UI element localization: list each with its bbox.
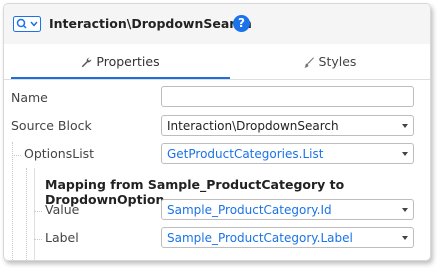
mapping-value-label: Value [45,202,80,217]
tree-connector [34,239,42,240]
options-list-value: GetProductCategories.List [167,147,324,161]
options-list-select[interactable]: GetProductCategories.List [161,143,414,164]
help-icon[interactable]: ? [233,15,250,32]
tab-bar: Properties Styles [4,44,430,80]
page-title: Interaction\DropdownSearch [49,16,252,31]
chevron-down-icon [402,124,408,128]
tab-properties-label: Properties [96,54,160,69]
chevron-down-icon [402,152,408,156]
chevron-down-icon [402,236,408,240]
source-block-label: Source Block [11,118,92,133]
panel-header: Interaction\DropdownSearch ? [4,4,430,44]
wrench-icon [82,57,92,68]
mapping-value-value: Sample_ProductCategory.Id [167,203,332,217]
tab-styles[interactable]: Styles [230,44,430,79]
mapping-label-label: Label [45,230,79,245]
mapping-label-value: Sample_ProductCategory.Label [167,231,353,245]
tab-styles-label: Styles [318,54,357,69]
dropdown-search-icon [13,16,41,32]
source-block-value: Interaction\DropdownSearch [167,119,339,133]
tab-properties[interactable]: Properties [11,44,230,79]
source-block-select[interactable]: Interaction\DropdownSearch [161,115,414,136]
tree-line [26,168,27,260]
chevron-down-icon [402,208,408,212]
mapping-label-select[interactable]: Sample_ProductCategory.Label [161,227,414,248]
tree-line [34,168,35,260]
name-field[interactable] [161,86,414,107]
name-label: Name [11,90,48,105]
tree-connector [34,211,42,212]
mapping-value-select[interactable]: Sample_ProductCategory.Id [161,199,414,220]
options-list-label: OptionsList [24,146,95,161]
tree-line [12,142,13,260]
properties-panel: Interaction\DropdownSearch ? Properties … [3,3,431,261]
brush-icon [303,57,314,68]
tree-connector [12,155,21,156]
